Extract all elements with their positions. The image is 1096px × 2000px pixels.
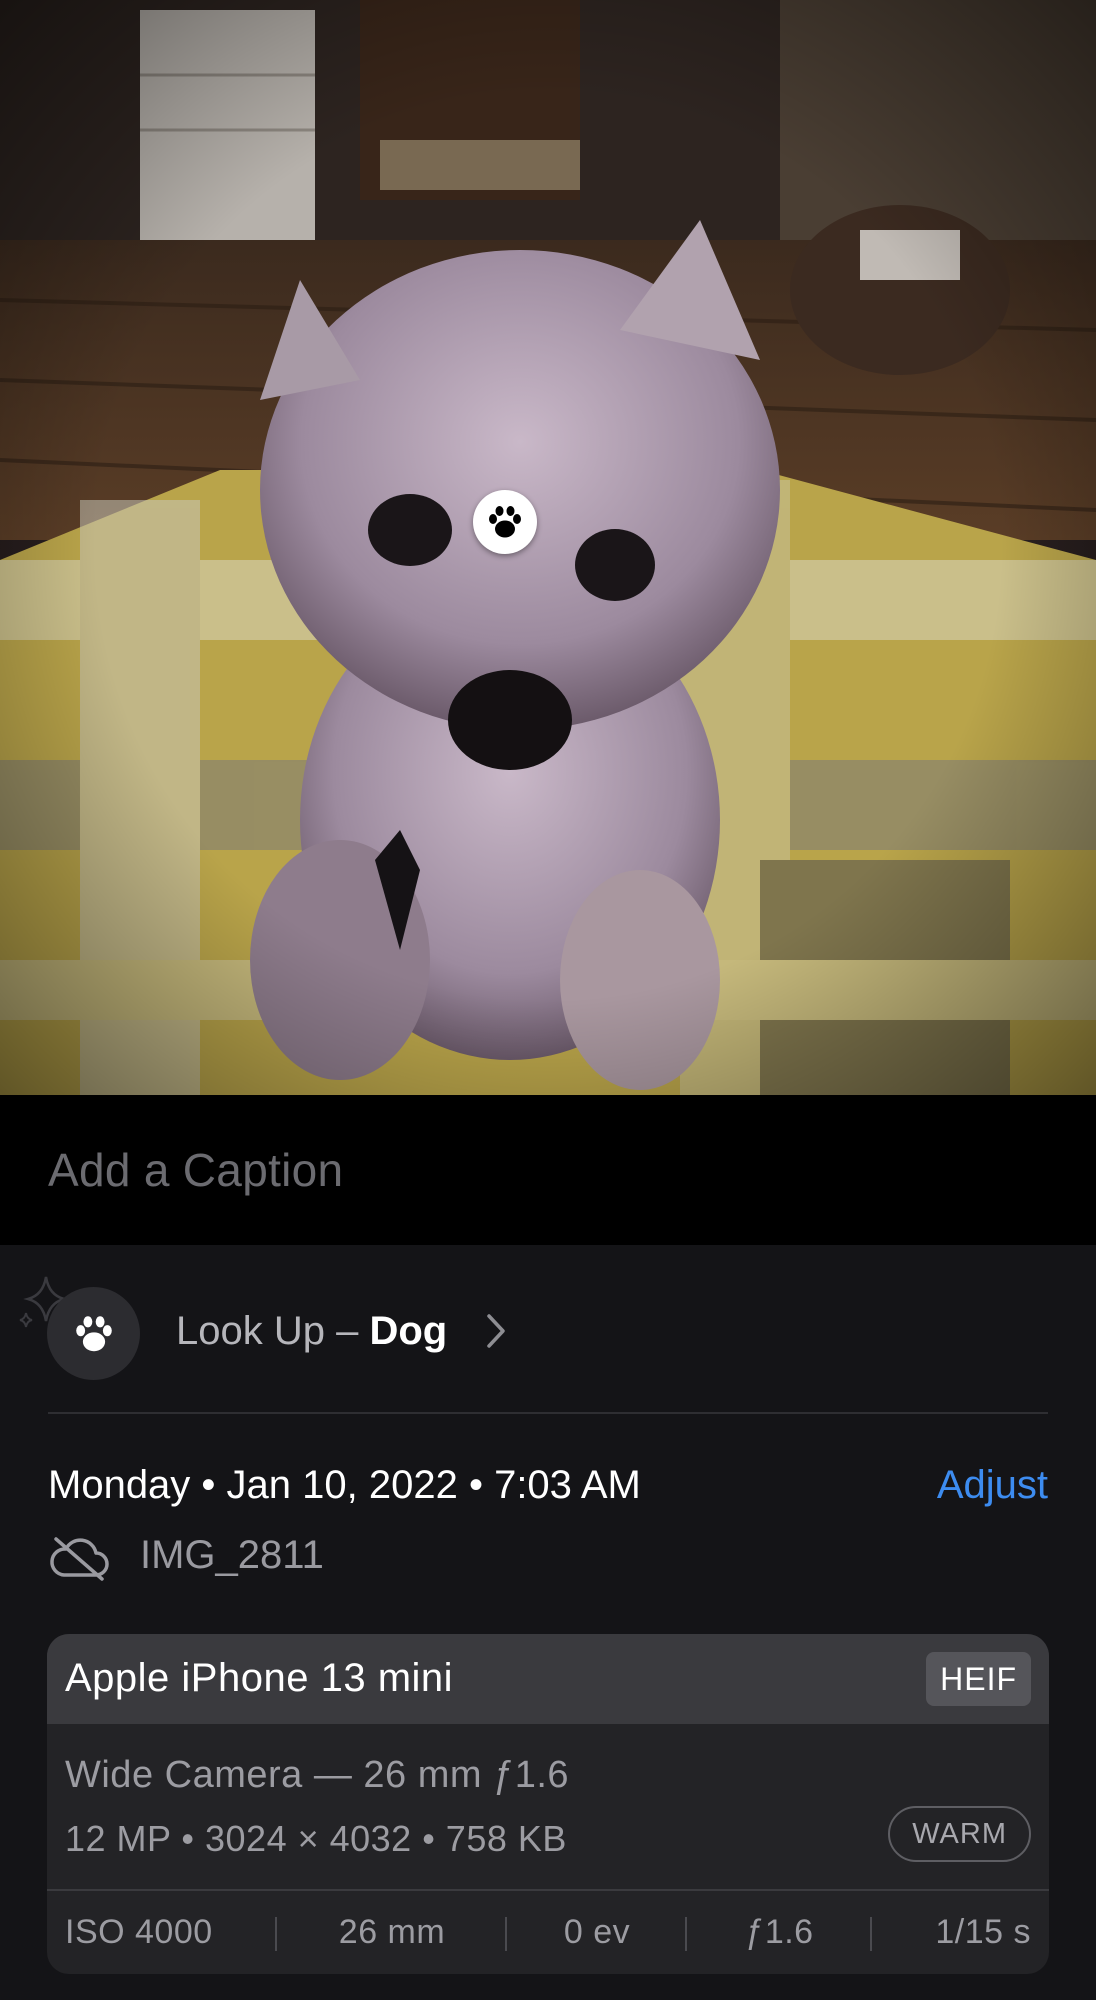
format-badge: HEIF (926, 1652, 1031, 1706)
exif-iso: ISO 4000 (47, 1913, 277, 1952)
device-name: Apple iPhone 13 mini (65, 1656, 454, 1700)
adjust-button[interactable]: Adjust (937, 1463, 1048, 1508)
photo-view[interactable] (0, 0, 1096, 1095)
chevron-right-icon (487, 1314, 505, 1348)
exif-shutter-speed: 1/15 s (935, 1913, 1031, 1951)
paw-icon (489, 506, 521, 538)
look-up-subject: Dog (369, 1309, 448, 1353)
camera-info-card: Apple iPhone 13 mini HEIF Wide Camera — … (47, 1634, 1049, 1974)
cloud-off-icon (50, 1537, 109, 1581)
look-up-row[interactable]: Look Up – Dog (0, 1245, 1096, 1413)
exif-focal-length: 26 mm (277, 1913, 507, 1952)
exif-aperture: ƒ1.6 (687, 1913, 872, 1952)
divider (48, 1412, 1048, 1414)
file-name: IMG_2811 (140, 1533, 324, 1577)
camera-card-header: Apple iPhone 13 mini HEIF (47, 1634, 1049, 1724)
visual-lookup-badge[interactable] (473, 490, 537, 554)
capture-date: Monday • Jan 10, 2022 • 7:03 AM (48, 1463, 641, 1507)
info-panel: Look Up – Dog Monday • Jan 10, 2022 • 7:… (0, 1245, 1096, 2000)
lens-info: Wide Camera — 26 mm ƒ1.6 (65, 1754, 570, 1796)
exif-row: ISO 4000 26 mm 0 ev ƒ1.6 1/15 s (47, 1891, 1049, 1974)
paw-icon (75, 1315, 112, 1351)
exif-exposure-bias: 0 ev (507, 1913, 687, 1952)
look-up-prefix: Look Up – (176, 1309, 370, 1353)
image-specs: 12 MP • 3024 × 4032 • 758 KB (65, 1818, 567, 1859)
look-up-label[interactable]: Look Up – Dog (176, 1309, 447, 1354)
caption-input[interactable]: Add a Caption (48, 1143, 343, 1197)
dog-photo (0, 0, 1096, 1095)
caption-area[interactable]: Add a Caption (0, 1095, 1096, 1245)
look-up-paw-button[interactable] (47, 1287, 140, 1380)
photographic-style-badge: WARM (888, 1806, 1031, 1862)
